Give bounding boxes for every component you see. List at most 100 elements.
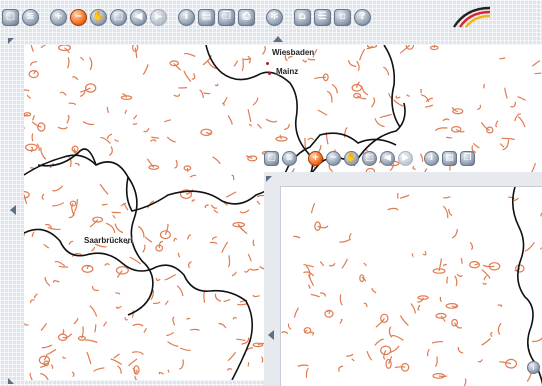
- map-feature: [501, 144, 504, 147]
- zoom-out-icon[interactable]: −: [70, 9, 87, 26]
- map-feature: [284, 124, 289, 130]
- settings-icon[interactable]: ✻: [266, 9, 283, 26]
- map-feature-area: [161, 231, 171, 239]
- map-feature: [502, 138, 515, 139]
- map-feature-area: [354, 94, 361, 98]
- pan-north-button[interactable]: [273, 36, 283, 42]
- zoom-box-icon[interactable]: □: [362, 151, 377, 166]
- map-feature: [282, 332, 288, 334]
- map-feature: [249, 125, 251, 127]
- map-feature: [184, 54, 195, 57]
- map-feature-area: [418, 296, 428, 299]
- map-feature: [31, 62, 37, 66]
- zoom-in-icon[interactable]: +: [308, 151, 323, 166]
- save-icon[interactable]: ▤: [442, 151, 457, 166]
- layers-icon[interactable]: ≡: [282, 151, 297, 166]
- map-feature: [60, 92, 66, 95]
- layers-icon[interactable]: ≡: [22, 9, 39, 26]
- map-feature: [357, 61, 359, 71]
- map-feature: [72, 372, 74, 377]
- copy-icon[interactable]: ❐: [460, 151, 475, 166]
- map-feature: [115, 139, 119, 141]
- inset-pan-west-button[interactable]: [268, 330, 274, 340]
- map-feature: [312, 203, 315, 213]
- map-feature: [213, 157, 221, 164]
- help-icon[interactable]: ?: [354, 9, 371, 26]
- map-feature: [308, 58, 315, 60]
- resize-corner-top-left[interactable]: [8, 38, 14, 44]
- zoom-box-icon[interactable]: □: [110, 9, 127, 26]
- inset-resize-corner[interactable]: [266, 176, 272, 182]
- map-feature: [233, 317, 236, 319]
- map-feature: [90, 57, 92, 70]
- pan-west-button[interactable]: [10, 205, 16, 215]
- map-feature: [222, 97, 227, 104]
- map-feature: [91, 247, 95, 251]
- map-feature: [68, 57, 69, 68]
- map-feature: [266, 119, 277, 122]
- back-icon[interactable]: ◀: [130, 9, 147, 26]
- map-feature: [168, 342, 179, 346]
- map-feature: [179, 360, 183, 370]
- map-feature: [532, 61, 540, 67]
- overview-icon[interactable]: ⌂: [294, 9, 311, 26]
- map-feature: [175, 160, 178, 168]
- pan-hand-icon[interactable]: ✋: [344, 151, 359, 166]
- map-feature: [81, 57, 84, 60]
- map-feature: [25, 323, 29, 325]
- pan-hand-icon[interactable]: ✋: [90, 9, 107, 26]
- map-feature: [184, 71, 191, 82]
- back-icon[interactable]: ◀: [380, 151, 395, 166]
- map-feature: [441, 316, 445, 322]
- map-feature: [69, 103, 76, 105]
- map-feature: [511, 102, 516, 107]
- map-feature: [215, 84, 218, 86]
- info-icon[interactable]: i: [424, 151, 439, 166]
- map-feature: [113, 215, 115, 218]
- map-feature: [446, 137, 452, 138]
- map-feature: [375, 118, 385, 126]
- map-feature: [30, 168, 33, 169]
- map-feature: [74, 318, 78, 324]
- forward-icon[interactable]: ▶: [398, 151, 413, 166]
- map-feature: [367, 351, 372, 360]
- new-page-icon[interactable]: ▢: [2, 9, 19, 26]
- legend-icon[interactable]: ☰: [314, 9, 331, 26]
- map-feature: [192, 200, 195, 202]
- info-icon[interactable]: i: [178, 9, 195, 26]
- zoom-out-icon[interactable]: −: [326, 151, 341, 166]
- map-feature-area: [381, 346, 391, 354]
- copy-icon[interactable]: ❐: [218, 9, 235, 26]
- map-feature: [63, 357, 66, 359]
- map-feature: [257, 124, 261, 128]
- map-feature: [389, 327, 391, 338]
- map-feature: [165, 301, 168, 305]
- map-feature: [498, 323, 501, 335]
- map-feature: [458, 347, 463, 353]
- inset-info-button[interactable]: i: [527, 361, 540, 374]
- map-feature: [52, 186, 62, 191]
- print-icon[interactable]: ⎙: [238, 9, 255, 26]
- window-icon[interactable]: ▫: [334, 9, 351, 26]
- resize-corner-bottom-left[interactable]: [8, 378, 14, 384]
- new-page-icon[interactable]: ▢: [264, 151, 279, 166]
- map-feature: [226, 192, 236, 197]
- map-feature: [118, 366, 122, 374]
- map-feature: [205, 205, 209, 208]
- map-feature: [69, 212, 75, 217]
- zoom-in-icon[interactable]: +: [50, 9, 67, 26]
- inset-map[interactable]: [280, 186, 542, 386]
- forward-icon[interactable]: ▶: [150, 9, 167, 26]
- map-feature: [32, 134, 33, 142]
- city-label-saarbruecken: Saarbrücken: [84, 236, 132, 245]
- map-feature: [498, 305, 502, 307]
- map-feature: [360, 49, 365, 60]
- map-feature: [102, 204, 108, 205]
- map-feature: [349, 60, 357, 66]
- save-icon[interactable]: ▤: [198, 9, 215, 26]
- map-feature: [477, 105, 480, 110]
- map-feature: [159, 372, 163, 374]
- map-feature: [104, 322, 107, 326]
- inset-toolbar: ▢≡ +−✋□◀▶ i▤❐: [264, 146, 478, 170]
- map-feature: [500, 58, 506, 59]
